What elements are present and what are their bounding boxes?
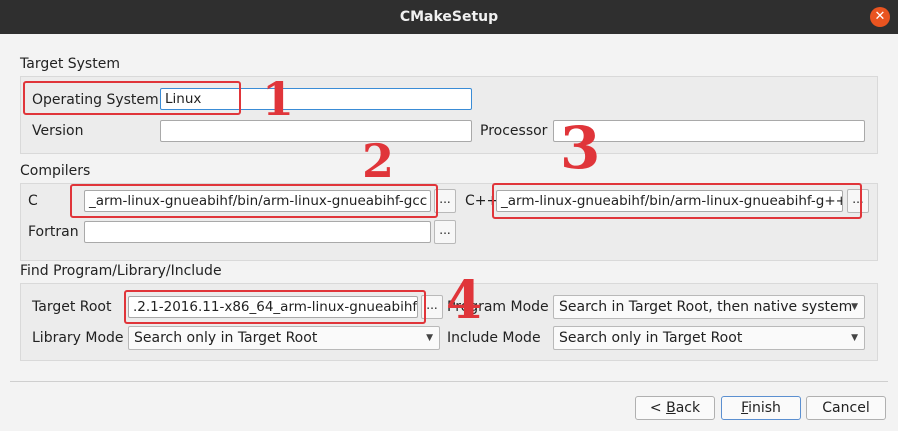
find-title: Find Program/Library/Include: [20, 263, 222, 279]
annotation-box-cxx: [492, 183, 862, 219]
target-system-title: Target System: [20, 56, 120, 72]
window-title: CMakeSetup: [399, 9, 499, 25]
close-icon[interactable]: ✕: [870, 7, 890, 27]
version-label: Version: [32, 123, 84, 139]
chevron-down-icon: ▼: [426, 333, 433, 343]
finish-button[interactable]: Finish: [721, 396, 801, 420]
include-mode-value: Search only in Target Root: [559, 330, 743, 346]
program-mode-value: Search in Target Root, then native syste…: [559, 299, 853, 315]
annotation-4: 4: [446, 270, 483, 331]
finish-rest: inish: [748, 400, 781, 416]
processor-label: Processor: [480, 123, 548, 139]
dialog-body: Target System Operating System Linux Ver…: [0, 34, 898, 431]
library-mode-label: Library Mode: [32, 330, 124, 346]
annotation-box-target-root: [124, 290, 426, 324]
target-root-label: Target Root: [32, 299, 112, 315]
annotation-box-c: [70, 184, 438, 218]
chevron-down-icon: ▼: [851, 302, 858, 312]
annotation-2: 2: [362, 134, 395, 188]
include-mode-select[interactable]: Search only in Target Root ▼: [553, 326, 865, 350]
library-mode-select[interactable]: Search only in Target Root ▼: [128, 326, 440, 350]
separator: [10, 381, 888, 382]
annotation-3: 3: [560, 114, 601, 182]
back-prefix: <: [649, 400, 667, 416]
back-button[interactable]: < Back: [635, 396, 715, 420]
include-mode-label: Include Mode: [447, 330, 541, 346]
cancel-button[interactable]: Cancel: [806, 396, 886, 420]
compilers-title: Compilers: [20, 163, 91, 179]
chevron-down-icon: ▼: [851, 333, 858, 343]
program-mode-select[interactable]: Search in Target Root, then native syste…: [553, 295, 865, 319]
back-rest: ack: [675, 400, 701, 416]
fortran-browse-button[interactable]: ...: [434, 220, 456, 244]
fortran-field[interactable]: [84, 221, 431, 243]
library-mode-value: Search only in Target Root: [134, 330, 318, 346]
version-field[interactable]: [160, 120, 472, 142]
fortran-label: Fortran: [28, 224, 79, 240]
annotation-box-os: [23, 81, 241, 115]
title-bar: CMakeSetup ✕: [0, 0, 898, 34]
annotation-1: 1: [262, 72, 295, 126]
back-mnemonic: B: [666, 400, 676, 416]
c-label: C: [28, 193, 38, 209]
